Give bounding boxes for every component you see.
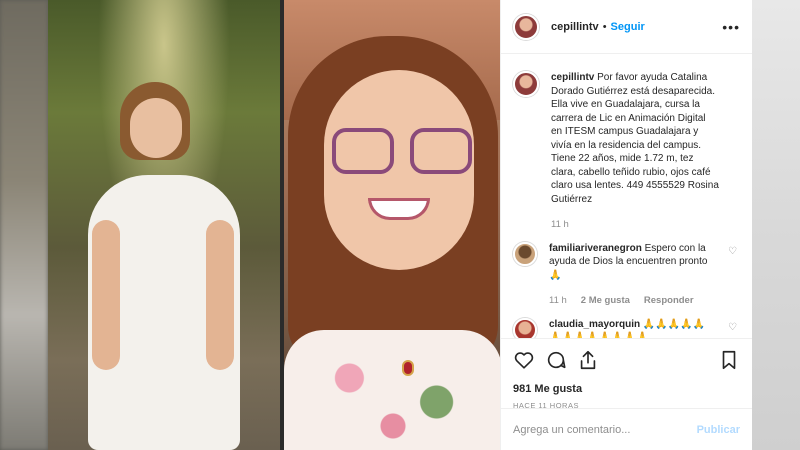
header-username[interactable]: cepillintv <box>551 21 599 33</box>
post-photos <box>48 0 501 450</box>
avatar[interactable] <box>513 71 539 97</box>
separator-dot: • <box>602 20 607 33</box>
comment-row: claudia_mayorquin 🙏🙏🙏🙏🙏🙏🙏🙏🙏🙏🙏🙏🙏 ♡ <box>513 317 740 339</box>
heart-icon[interactable]: ♡ <box>728 322 740 334</box>
comment-likes[interactable]: 2 Me gusta <box>581 294 630 308</box>
heart-icon[interactable] <box>513 349 535 371</box>
figure-arm <box>92 220 120 370</box>
comment-username[interactable]: claudia_mayorquin <box>549 319 640 330</box>
post-header: cepillintv • Seguir ••• <box>501 0 752 54</box>
caption-time[interactable]: 11 h <box>551 218 569 232</box>
post-panel: cepillintv • Seguir ••• cepillintv Por f… <box>500 0 752 450</box>
blurred-backdrop-right <box>752 0 800 450</box>
comments-list[interactable]: cepillintv Por favor ayuda Catalina Dora… <box>501 55 752 338</box>
glasses <box>331 128 472 174</box>
more-icon[interactable]: ••• <box>722 19 740 35</box>
comment-body: claudia_mayorquin 🙏🙏🙏🙏🙏🙏🙏🙏🙏🙏🙏🙏🙏 <box>549 318 717 339</box>
blurred-backdrop-left <box>0 0 48 450</box>
reply-button[interactable]: Responder <box>644 294 694 308</box>
heart-icon[interactable]: ♡ <box>728 246 740 258</box>
photo-left <box>48 0 280 450</box>
comment-input[interactable] <box>513 423 697 436</box>
comment-username[interactable]: familiariveranegron <box>549 243 642 254</box>
caption-username[interactable]: cepillintv <box>551 72 594 83</box>
share-icon[interactable] <box>577 349 599 371</box>
bookmark-icon[interactable] <box>718 349 740 371</box>
comment-icon[interactable] <box>545 349 567 371</box>
floral-top <box>283 330 501 450</box>
like-count[interactable]: 981 Me gusta <box>513 383 740 395</box>
comment-time[interactable]: 11 h <box>549 294 567 308</box>
avatar[interactable] <box>513 13 539 40</box>
avatar[interactable] <box>513 241 537 266</box>
caption-row: cepillintv Por favor ayuda Catalina Dora… <box>513 71 740 232</box>
figure-face <box>130 98 182 158</box>
caption-body: cepillintv Por favor ayuda Catalina Dora… <box>551 71 719 232</box>
action-icons <box>513 347 740 373</box>
photo-right <box>283 0 501 450</box>
figure-arm <box>206 220 234 370</box>
caption-text: Por favor ayuda Catalina Dorado Gutiérre… <box>551 72 719 205</box>
avatar[interactable] <box>513 317 537 338</box>
pendant <box>401 360 414 376</box>
publish-button[interactable]: Publicar <box>697 424 740 436</box>
comment-row: familiariveranegron Espero con la ayuda … <box>513 241 740 308</box>
add-comment-bar: Publicar <box>501 408 752 450</box>
comment-body: familiariveranegron Espero con la ayuda … <box>549 242 717 308</box>
comment-meta: 11 h 2 Me gusta Responder <box>549 294 717 308</box>
caption-meta: 11 h <box>551 218 719 232</box>
follow-button[interactable]: Seguir <box>611 21 645 33</box>
